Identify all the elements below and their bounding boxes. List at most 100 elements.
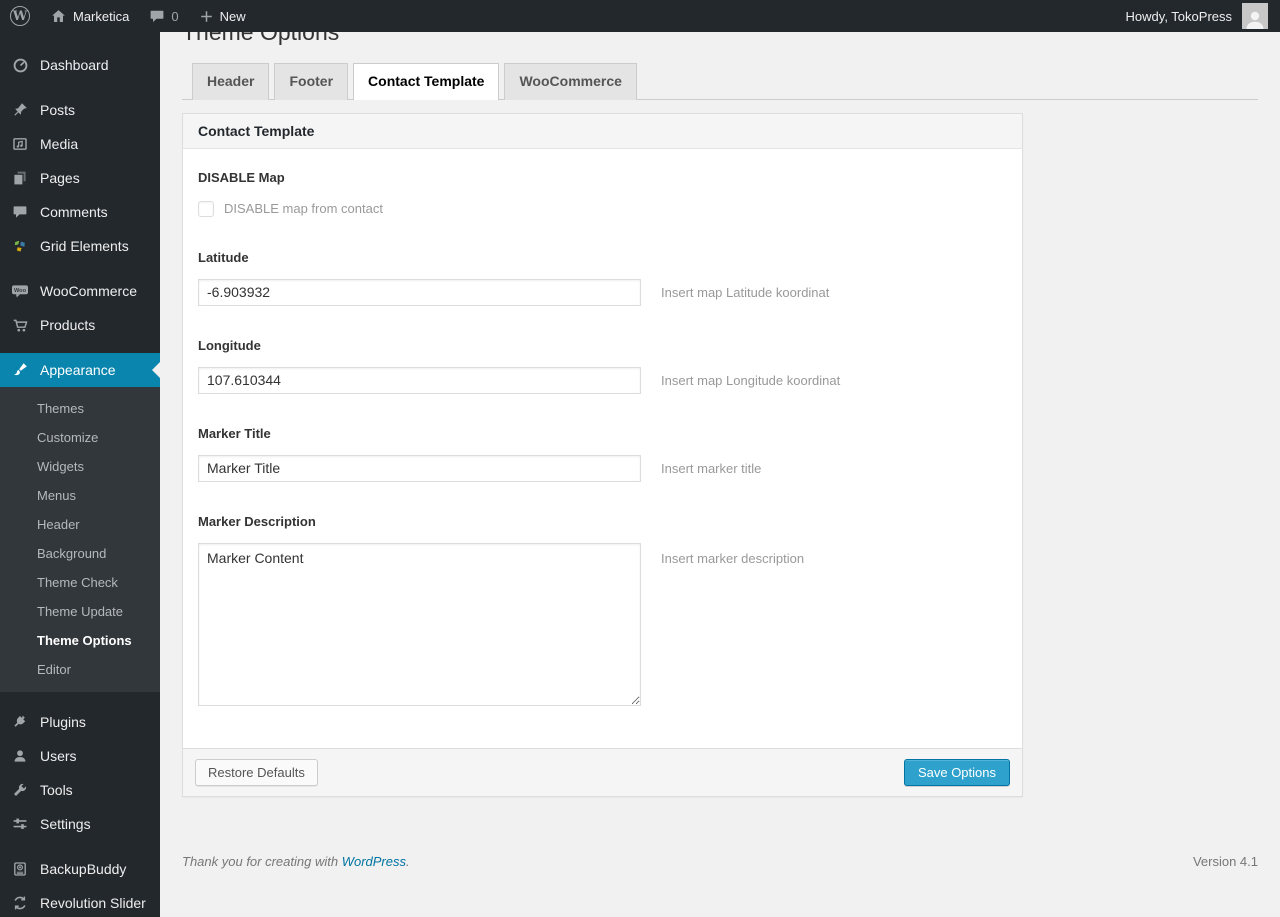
howdy-menu[interactable]: Howdy, TokoPress: [1124, 0, 1234, 32]
wordpress-logo-icon: W: [10, 6, 30, 26]
appearance-submenu: Themes Customize Widgets Menus Header Ba…: [0, 387, 160, 692]
tab-bar: Header Footer Contact Template WooCommer…: [182, 62, 1258, 100]
footer-thanks-prefix: Thank you for creating with: [182, 853, 342, 869]
marker-description-textarea[interactable]: Marker Content: [198, 542, 641, 706]
sidebar-item-tools[interactable]: Tools: [0, 773, 160, 807]
dashboard-icon: [9, 57, 31, 74]
admin-footer: Thank you for creating with WordPress. V…: [182, 853, 1258, 869]
new-label: New: [219, 8, 246, 24]
sidebar-item-label: Products: [40, 317, 96, 333]
marker-title-input[interactable]: [198, 454, 641, 482]
sidebar-item-label: WooCommerce: [40, 283, 137, 299]
marker-title-hint: Insert marker title: [661, 460, 762, 476]
longitude-hint: Insert map Longitude koordinat: [661, 372, 841, 388]
new-menu[interactable]: New: [189, 0, 256, 32]
sidebar-item-label: Plugins: [40, 714, 86, 730]
howdy-label: Howdy, TokoPress: [1125, 8, 1232, 24]
wrench-icon: [9, 782, 31, 798]
sidebar-item-grid-elements[interactable]: Grid Elements: [0, 229, 160, 263]
sidebar-item-comments[interactable]: Comments: [0, 195, 160, 229]
save-options-button[interactable]: Save Options: [903, 758, 1010, 786]
plug-icon: [9, 714, 31, 730]
home-icon: [50, 8, 67, 25]
cart-icon: [9, 317, 31, 334]
main-content: Theme Options Header Footer Contact Temp…: [160, 0, 1280, 869]
sidebar-item-label: Revolution Slider: [40, 895, 146, 911]
sidebar-item-label: Comments: [40, 204, 108, 220]
tab-woocommerce[interactable]: WooCommerce: [504, 62, 637, 100]
sidebar-item-label: Grid Elements: [40, 238, 129, 254]
sidebar-item-label: BackupBuddy: [40, 861, 127, 877]
sidebar-item-label: Dashboard: [40, 57, 109, 73]
sidebar-item-label: Pages: [40, 170, 80, 186]
tab-contact-template[interactable]: Contact Template: [353, 62, 500, 100]
svg-text:Woo: Woo: [14, 288, 27, 294]
sidebar-item-label: Tools: [40, 782, 73, 798]
media-icon: [9, 136, 31, 152]
disable-map-label: DISABLE Map: [198, 169, 285, 185]
plus-icon: [199, 9, 214, 24]
latitude-label: Latitude: [198, 249, 249, 265]
longitude-input[interactable]: [198, 366, 641, 394]
contact-template-panel: Contact Template DISABLE Map DISABLE map…: [182, 112, 1023, 797]
woocommerce-icon: Woo: [9, 283, 31, 299]
settings-sliders-icon: [9, 816, 31, 832]
sidebar-item-pages[interactable]: Pages: [0, 161, 160, 195]
latitude-hint: Insert map Latitude koordinat: [661, 284, 830, 300]
footer-version: Version 4.1: [1192, 853, 1258, 869]
submenu-item-widgets[interactable]: Widgets: [0, 452, 160, 481]
submenu-item-background[interactable]: Background: [0, 539, 160, 568]
avatar[interactable]: [1242, 3, 1268, 29]
wordpress-logo-menu[interactable]: W: [0, 0, 40, 32]
marker-description-label: Marker Description: [198, 513, 316, 529]
submenu-item-theme-options[interactable]: Theme Options: [0, 626, 160, 655]
marker-title-label: Marker Title: [198, 425, 271, 441]
site-name-label: Marketica: [73, 8, 130, 24]
submenu-item-theme-update[interactable]: Theme Update: [0, 597, 160, 626]
sidebar-item-posts[interactable]: Posts: [0, 93, 160, 127]
backupbuddy-icon: [9, 861, 31, 877]
disable-map-checkbox[interactable]: [198, 200, 214, 217]
sidebar-item-products[interactable]: Products: [0, 308, 160, 342]
site-name-menu[interactable]: Marketica: [40, 0, 139, 32]
sidebar-item-woocommerce[interactable]: Woo WooCommerce: [0, 274, 160, 308]
submenu-item-header[interactable]: Header: [0, 510, 160, 539]
sidebar-item-dashboard[interactable]: Dashboard: [0, 48, 160, 82]
comments-menu[interactable]: 0: [139, 0, 188, 32]
sidebar-item-users[interactable]: Users: [0, 739, 160, 773]
submenu-item-themes[interactable]: Themes: [0, 394, 160, 423]
pages-icon: [9, 170, 31, 186]
latitude-input[interactable]: [198, 278, 641, 306]
pin-icon: [9, 102, 31, 118]
sidebar-item-backupbuddy[interactable]: BackupBuddy: [0, 852, 160, 886]
grid-elements-icon: [9, 238, 31, 254]
admin-sidebar: Dashboard Posts Media Pages Comments Gri…: [0, 32, 160, 917]
sidebar-item-label: Media: [40, 136, 79, 152]
comment-count: 0: [171, 8, 179, 24]
tab-header[interactable]: Header: [192, 62, 270, 100]
submenu-item-theme-check[interactable]: Theme Check: [0, 568, 160, 597]
user-icon: [9, 748, 31, 764]
submenu-item-menus[interactable]: Menus: [0, 481, 160, 510]
restore-defaults-button[interactable]: Restore Defaults: [195, 758, 318, 786]
submenu-item-customize[interactable]: Customize: [0, 423, 160, 452]
sidebar-item-plugins[interactable]: Plugins: [0, 705, 160, 739]
longitude-label: Longitude: [198, 337, 261, 353]
refresh-arrows-icon: [9, 895, 31, 911]
sidebar-item-label: Settings: [40, 816, 91, 832]
tab-footer[interactable]: Footer: [274, 62, 349, 100]
sidebar-item-settings[interactable]: Settings: [0, 807, 160, 841]
disable-map-checkbox-label: DISABLE map from contact: [224, 201, 383, 217]
admin-bar: W Marketica 0 New Howdy, TokoPress: [0, 0, 1280, 32]
sidebar-item-revolution-slider[interactable]: Revolution Slider: [0, 886, 160, 917]
wordpress-link[interactable]: WordPress: [342, 854, 406, 869]
panel-title: Contact Template: [183, 113, 1022, 149]
sidebar-item-label: Users: [40, 748, 77, 764]
sidebar-item-appearance[interactable]: Appearance: [0, 353, 160, 387]
submenu-item-editor[interactable]: Editor: [0, 655, 160, 684]
brush-icon: [9, 362, 31, 378]
comments-icon: [9, 204, 31, 220]
sidebar-item-label: Appearance: [40, 362, 116, 378]
sidebar-item-media[interactable]: Media: [0, 127, 160, 161]
sidebar-item-label: Posts: [40, 102, 76, 118]
